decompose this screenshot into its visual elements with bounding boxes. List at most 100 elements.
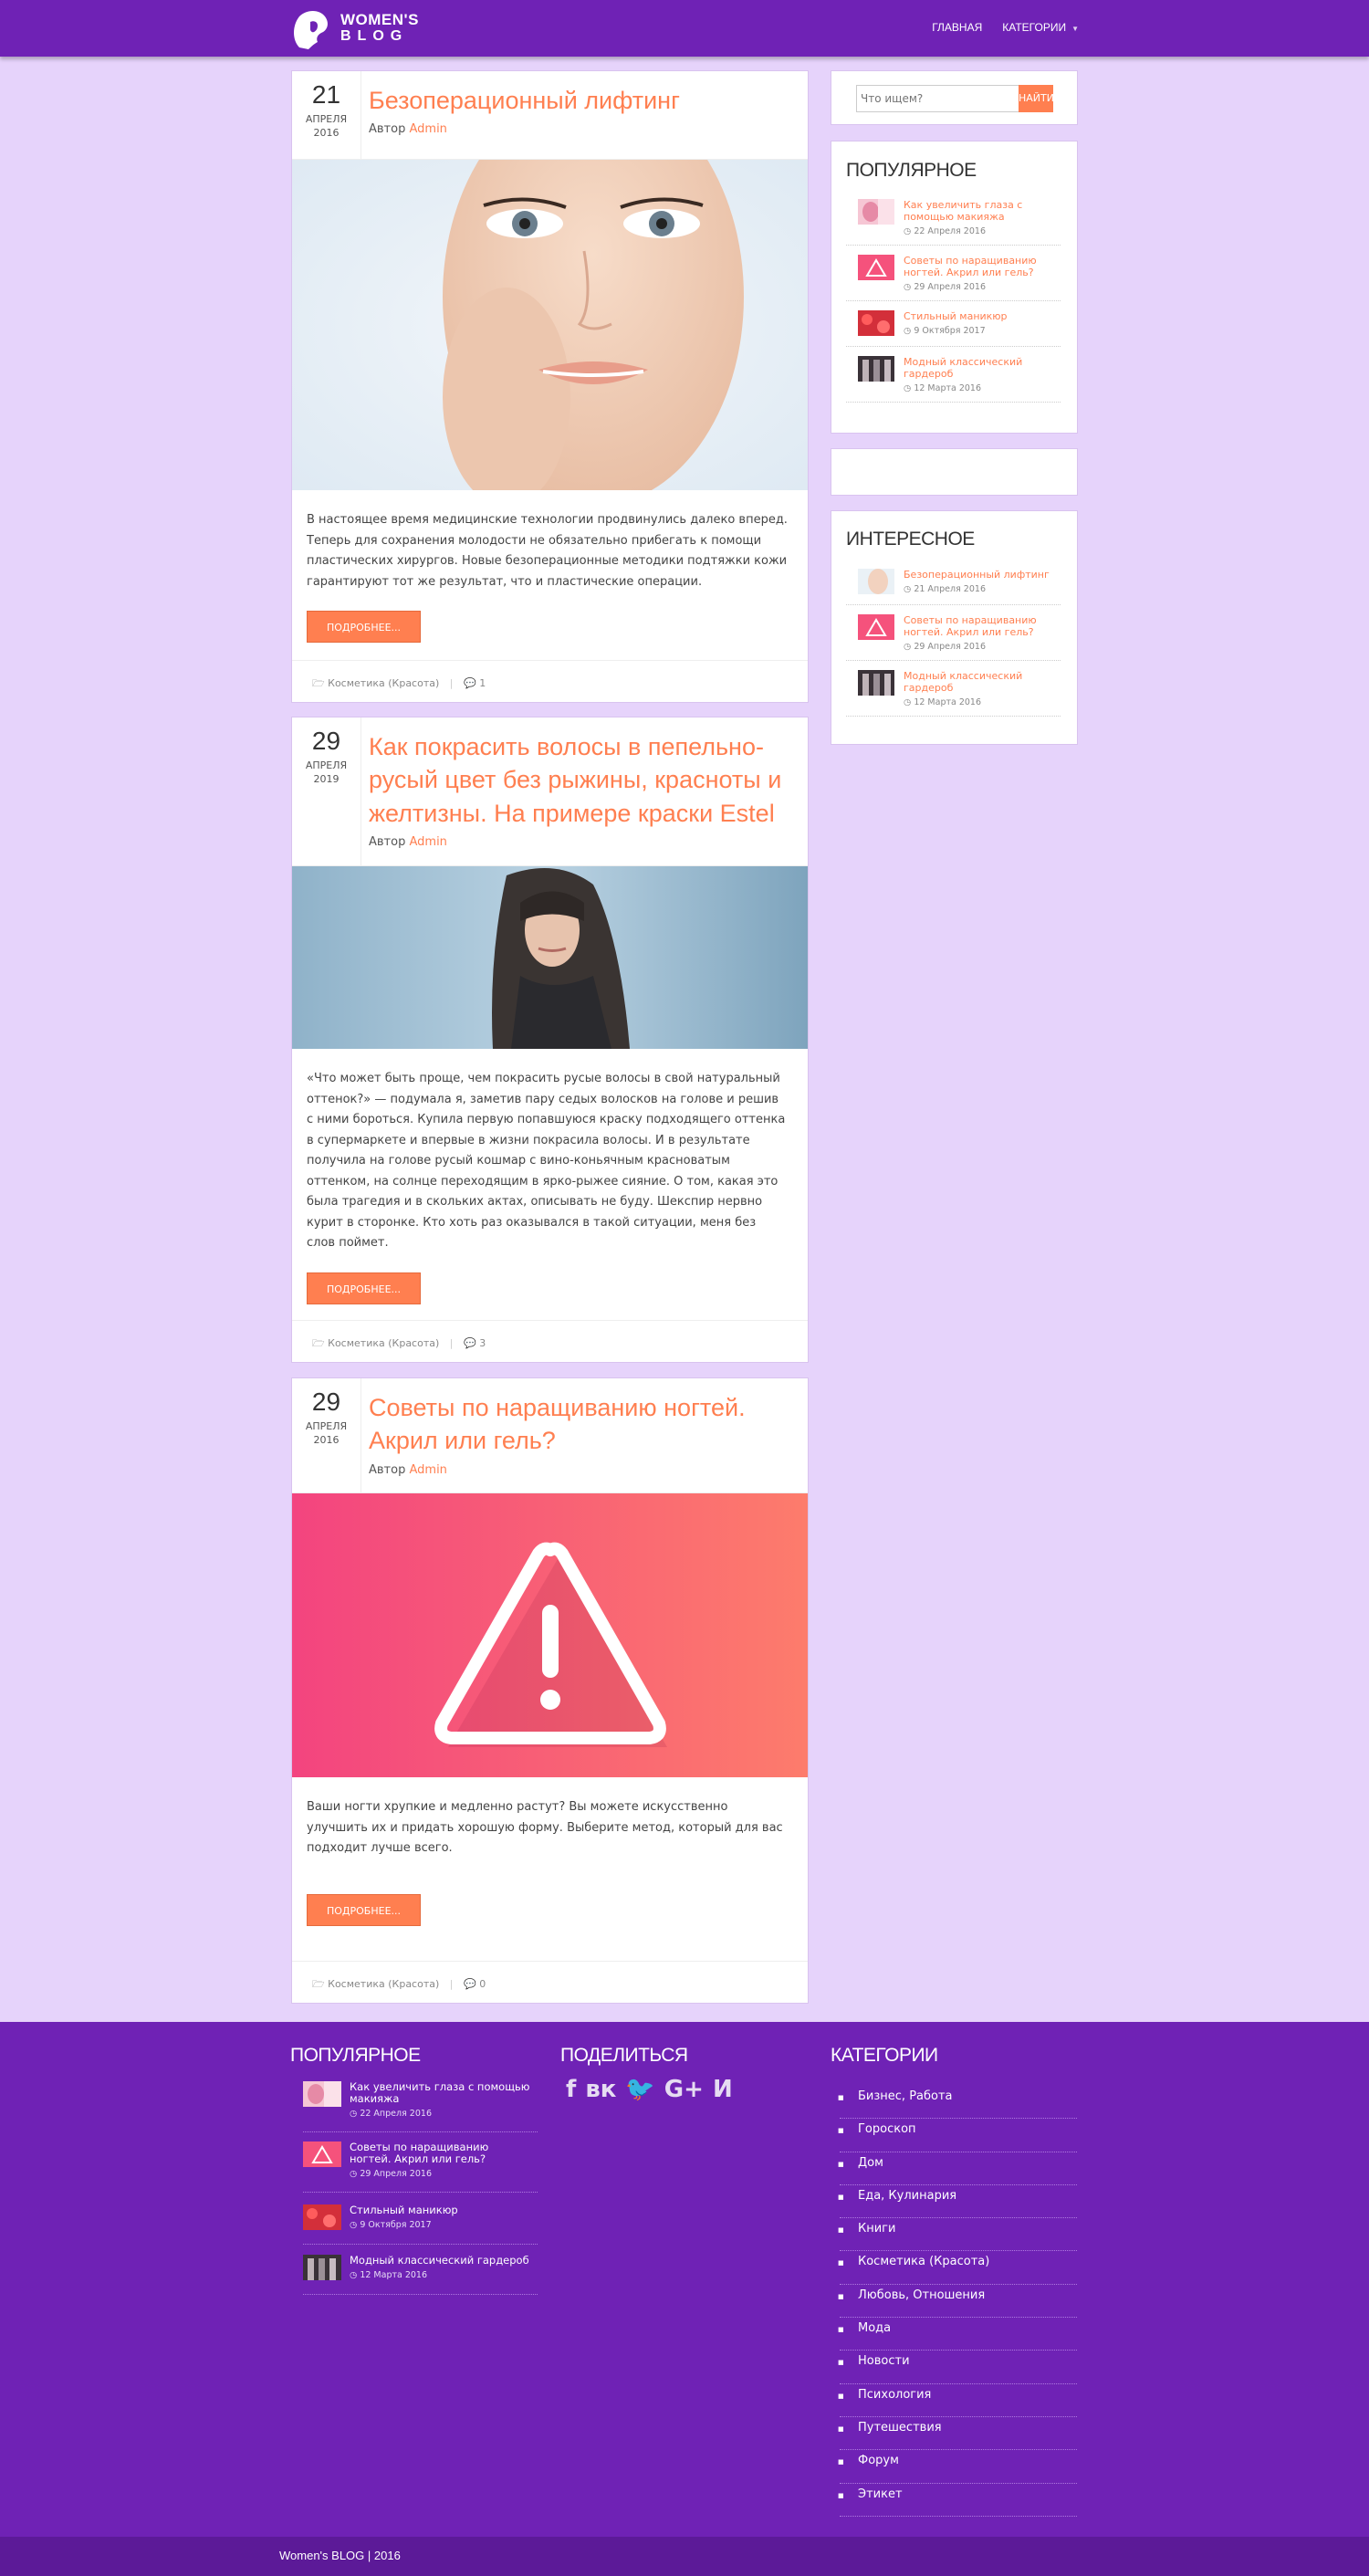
twitter-icon[interactable]: 🐦 xyxy=(625,2076,654,2103)
comments-icon: 💬 xyxy=(464,677,476,689)
read-more-button[interactable]: ПОДРОБНЕЕ... xyxy=(307,1893,421,1926)
list-item[interactable]: Модный классический гардероб ◷ 12 Марта … xyxy=(846,670,1061,717)
post-year: 2016 xyxy=(313,127,340,140)
item-title[interactable]: Стильный маникюр xyxy=(350,2204,532,2216)
post-comment-count[interactable]: 0 xyxy=(479,1978,486,1990)
popular-widget: ПОПУЛЯРНОЕ Как увеличить глаза с помощью… xyxy=(831,141,1078,434)
category-link[interactable]: Косметика (Красота) xyxy=(838,2251,1077,2285)
category-link[interactable]: Этикет xyxy=(838,2484,1077,2517)
post-author: Автор Admin xyxy=(369,117,808,145)
item-title[interactable]: Советы по наращиванию ногтей. Акрил или … xyxy=(904,255,1059,278)
item-title[interactable]: Советы по наращиванию ногтей. Акрил или … xyxy=(904,614,1059,638)
post-year: 2019 xyxy=(313,773,340,786)
category-link[interactable]: Любовь, Отношения xyxy=(838,2285,1077,2319)
post-comment-count[interactable]: 3 xyxy=(479,1337,486,1349)
item-title[interactable]: Модный классический гардероб xyxy=(904,356,1059,380)
post-meta: 🗁 Косметика (Красота) | 💬 0 xyxy=(292,1961,808,2003)
category-link[interactable]: Форум xyxy=(838,2450,1077,2484)
woman-silhouette-icon xyxy=(294,11,328,49)
meta-divider: | xyxy=(449,677,454,689)
category-link[interactable]: Мода xyxy=(838,2318,1077,2351)
category-label: Путешествия xyxy=(858,2420,942,2435)
footer-popular-list: Как увеличить глаза с помощью макияжа ◷ … xyxy=(292,2081,548,2295)
item-title[interactable]: Советы по наращиванию ногтей. Акрил или … xyxy=(350,2141,532,2165)
post-month: АПРЕЛЯ xyxy=(305,113,348,126)
category-link[interactable]: Гороскоп xyxy=(838,2119,1077,2152)
author-link[interactable]: Admin xyxy=(409,122,446,136)
search-button[interactable]: НАЙТИ xyxy=(1019,85,1054,112)
read-more-button[interactable]: ПОДРОБНЕЕ... xyxy=(307,1272,421,1304)
item-date-text: 21 Апреля 2016 xyxy=(914,584,986,594)
post-image-hair[interactable] xyxy=(292,866,808,1049)
item-date-text: 12 Марта 2016 xyxy=(914,383,982,393)
post-excerpt: Ваши ногти хрупкие и медленно растут? Вы… xyxy=(307,1800,783,1855)
item-date-text: 29 Апреля 2016 xyxy=(360,2169,432,2179)
list-item[interactable]: Как увеличить глаза с помощью макияжа ◷ … xyxy=(846,199,1061,246)
post-image-warning[interactable] xyxy=(292,1493,808,1777)
post-title[interactable]: Советы по наращиванию ногтей. Акрил или … xyxy=(369,1378,808,1458)
list-item[interactable]: Как увеличить глаза с помощью макияжа ◷ … xyxy=(303,2081,538,2132)
post-title[interactable]: Как покрасить волосы в пепельно-русый цв… xyxy=(369,717,808,830)
category-label: Гороскоп xyxy=(858,2122,916,2137)
post-comment-count[interactable]: 1 xyxy=(479,677,486,689)
thumb-wardrobe xyxy=(858,670,894,696)
category-link[interactable]: Новости xyxy=(838,2351,1077,2384)
post-month: АПРЕЛЯ xyxy=(305,1420,348,1433)
post-excerpt: «Что может быть проще, чем покрасить рус… xyxy=(307,1072,786,1250)
item-title[interactable]: Модный классический гардероб xyxy=(350,2255,532,2267)
vk-icon[interactable]: вк xyxy=(585,2076,616,2103)
post-category-link[interactable]: Косметика (Красота) xyxy=(328,1978,439,1990)
item-title[interactable]: Стильный маникюр xyxy=(904,310,1059,322)
item-title[interactable]: Как увеличить глаза с помощью макияжа xyxy=(904,199,1059,223)
author-link[interactable]: Admin xyxy=(409,1463,446,1477)
category-link[interactable]: Еда, Кулинария xyxy=(838,2185,1077,2219)
list-item[interactable]: Советы по наращиванию ногтей. Акрил или … xyxy=(846,614,1061,661)
category-link[interactable]: Дом xyxy=(838,2152,1077,2185)
list-item[interactable]: Стильный маникюр ◷ 9 Октября 2017 xyxy=(846,310,1061,347)
post-category-link[interactable]: Косметика (Красота) xyxy=(328,1337,439,1349)
list-item[interactable]: Советы по наращиванию ногтей. Акрил или … xyxy=(303,2141,538,2193)
category-link[interactable]: Путешествия xyxy=(838,2417,1077,2451)
author-link[interactable]: Admin xyxy=(409,835,446,849)
post-header: 29 АПРЕЛЯ 2016 Советы по наращиванию ног… xyxy=(292,1378,808,1493)
post-excerpt: В настоящее время медицинские технологии… xyxy=(307,513,788,589)
list-item[interactable]: Модный классический гардероб ◷ 12 Марта … xyxy=(846,356,1061,403)
category-label: Новости xyxy=(858,2354,910,2369)
list-item[interactable]: Стильный маникюр ◷ 9 Октября 2017 xyxy=(303,2204,538,2245)
category-link[interactable]: Психология xyxy=(838,2384,1077,2417)
list-item[interactable]: Модный классический гардероб ◷ 12 Марта … xyxy=(303,2255,538,2295)
main-nav: ГЛАВНАЯ КАТЕГОРИИ ▼ xyxy=(932,21,1079,34)
category-link[interactable]: Бизнес, Работа xyxy=(838,2086,1077,2120)
item-date: ◷ 22 Апреля 2016 xyxy=(904,226,986,236)
post-category-link[interactable]: Косметика (Красота) xyxy=(328,677,439,689)
google-plus-icon[interactable]: G+ xyxy=(664,2076,704,2103)
site-logo[interactable]: WOMEN'S BLOG xyxy=(290,7,427,49)
search-input[interactable] xyxy=(857,86,1019,111)
post-image-face[interactable] xyxy=(292,160,808,490)
item-title[interactable]: Как увеличить глаза с помощью макияжа xyxy=(350,2081,532,2105)
category-label: Дом xyxy=(858,2155,883,2170)
item-date-text: 9 Октября 2017 xyxy=(914,326,986,336)
footer-share-title: ПОДЕЛИТЬСЯ xyxy=(560,2045,688,2066)
thumb-manicure xyxy=(858,310,894,336)
item-title[interactable]: Модный классический гардероб xyxy=(904,670,1059,694)
read-more-button[interactable]: ПОДРОБНЕЕ... xyxy=(307,611,421,643)
facebook-icon[interactable]: f xyxy=(566,2076,576,2103)
nav-categories-link[interactable]: КАТЕГОРИИ ▼ xyxy=(1002,21,1079,34)
category-link[interactable]: Книги xyxy=(838,2218,1077,2252)
item-title[interactable]: Безоперационный лифтинг xyxy=(904,569,1059,581)
item-date-text: 12 Марта 2016 xyxy=(914,697,982,707)
site-footer: ПОПУЛЯРНОЕ Как увеличить глаза с помощью… xyxy=(0,2022,1369,2537)
item-date: ◷ 29 Апреля 2016 xyxy=(904,282,986,292)
item-date: ◷ 9 Октября 2017 xyxy=(350,2220,432,2230)
nav-home-link[interactable]: ГЛАВНАЯ xyxy=(932,21,982,34)
post-day: 21 xyxy=(311,80,341,109)
list-item[interactable]: Безоперационный лифтинг ◷ 21 Апреля 2016 xyxy=(846,569,1061,605)
thumb-warning xyxy=(858,255,894,280)
thumb-warning xyxy=(858,614,894,640)
post-date: 21 АПРЕЛЯ 2016 xyxy=(292,71,361,160)
odnoklassniki-icon[interactable]: ⵍ xyxy=(713,2076,733,2103)
post-title[interactable]: Безоперационный лифтинг xyxy=(369,71,808,117)
list-item[interactable]: Советы по наращиванию ногтей. Акрил или … xyxy=(846,255,1061,301)
category-label: Любовь, Отношения xyxy=(858,2288,986,2302)
